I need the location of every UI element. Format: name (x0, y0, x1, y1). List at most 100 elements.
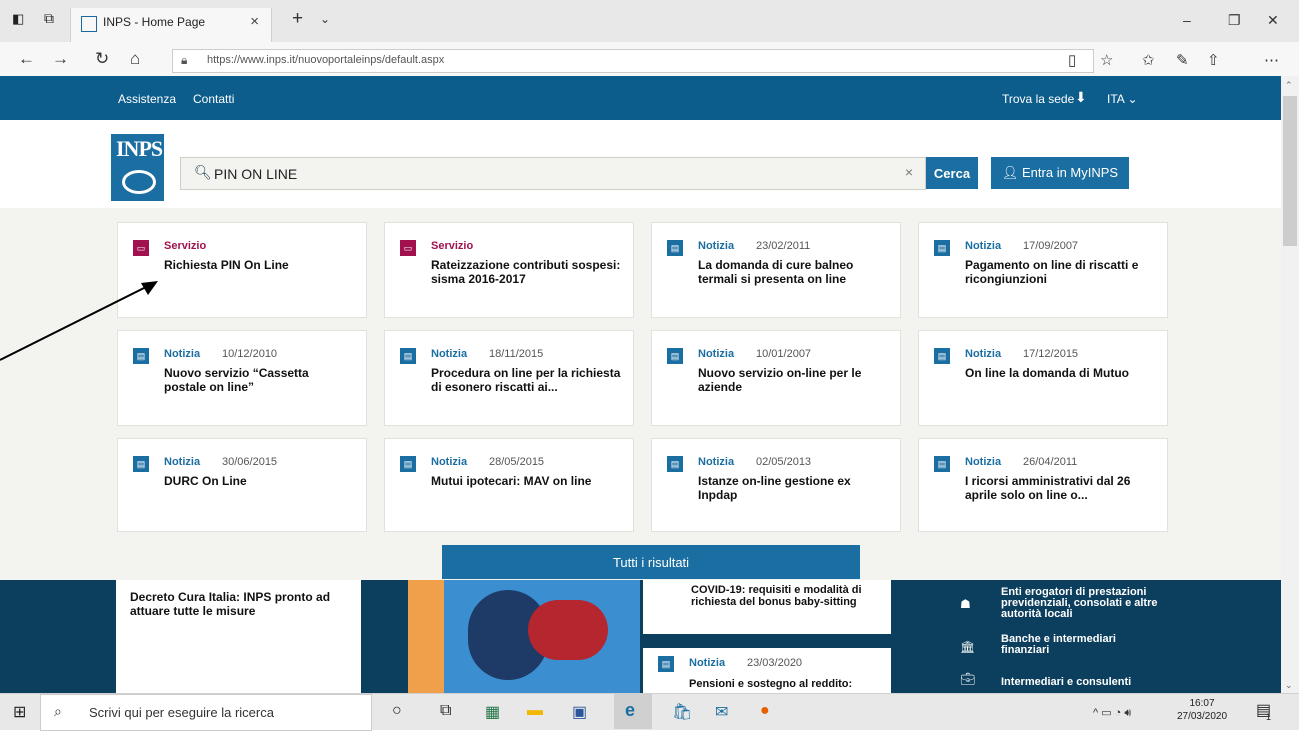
banche-link[interactable]: Banche e intermediari finanziari (1001, 634, 1151, 656)
search-input[interactable] (212, 162, 876, 186)
maximize-button[interactable]: ❐ (1228, 12, 1241, 29)
search-icon: 🔍︎ (194, 164, 212, 180)
result-title[interactable]: DURC On Line (164, 474, 354, 488)
search-results-dropdown: ▭ Servizio Richiesta PIN On Line ▭ Servizio R… (0, 208, 1281, 580)
cerca-button[interactable]: Cerca (926, 157, 978, 189)
newspaper-icon: ▤ (934, 348, 950, 364)
forward-arrow-icon[interactable]: → (52, 49, 69, 69)
result-title[interactable]: I ricorsi amministrativi dal 26 aprile s… (965, 474, 1155, 502)
taskbar-search-icon: ⌕ (54, 703, 62, 719)
news-card[interactable]: ▤ Notizia 23/03/2020 Pensioni e sostegno… (643, 648, 891, 693)
tab-actions-icon[interactable]: ◧ (12, 11, 24, 27)
url-text: https://www.inps.it/nuovoportaleinps/def… (207, 54, 445, 66)
tray-icons[interactable]: ^ ▭ ◔ 🔊︎ (1093, 706, 1131, 720)
result-type: Notizia (431, 456, 468, 468)
store-icon[interactable]: 🛍︎ (672, 702, 692, 722)
language-selector[interactable]: ITA ⌄ (1107, 92, 1138, 106)
task-view-icon[interactable]: ⧉ (440, 702, 451, 720)
result-date: 30/06/2015 (222, 456, 278, 468)
file-explorer-icon[interactable]: ▬ (527, 702, 543, 720)
news-title: Decreto Cura Italia: INPS pronto ad attu… (130, 590, 331, 618)
result-title[interactable]: Istanze on-line gestione ex Inpdap (698, 474, 888, 502)
result-title[interactable]: Nuovo servizio “Cassetta postale on line… (164, 366, 354, 394)
taskbar-clock[interactable]: 16:07 27/03/2020 (1172, 697, 1232, 723)
minimize-button[interactable]: – (1183, 12, 1191, 28)
edge-icon: e (625, 700, 636, 720)
more-menu-icon[interactable]: ⋯ (1264, 51, 1279, 69)
enti-erogatori-link[interactable]: Enti erogatori di prestazioni previdenzi… (1001, 587, 1171, 620)
favorites-hub-icon[interactable]: ✩ (1142, 51, 1155, 69)
taskbar-search-box[interactable]: ⌕ Scrivi qui per eseguire la ricerca (40, 694, 372, 731)
tab-title: INPS - Home Page (103, 15, 206, 29)
word-icon[interactable]: ▣ (572, 702, 587, 722)
all-results-button[interactable]: Tutti i risultati (442, 545, 860, 579)
news-illustration (408, 580, 640, 693)
result-card[interactable]: ▤ Notizia 26/04/2011 I ricorsi amministrati… (918, 438, 1168, 532)
result-title[interactable]: Procedura on line per la richiesta di es… (431, 366, 621, 394)
newspaper-icon: ▤ (667, 348, 683, 364)
result-title[interactable]: Pagamento on line di riscatti e ricongiu… (965, 258, 1155, 286)
result-card[interactable]: ▭ Servizio Rateizzazione contributi sospes… (384, 222, 634, 318)
scroll-down-icon[interactable]: ⌄ (1285, 680, 1293, 691)
url-field[interactable]: 🔒︎ https://www.inps.it/nuovoportaleinps/… (172, 49, 1094, 73)
refresh-icon[interactable]: ↻ (95, 49, 109, 69)
reading-view-icon[interactable]: ▯ (1068, 51, 1076, 69)
newspaper-icon: ▤ (658, 656, 674, 672)
excel-icon[interactable]: ▦ (485, 702, 500, 722)
result-title[interactable]: La domanda di cure balneo termali si pre… (698, 258, 888, 286)
result-card[interactable]: ▤ Notizia 17/12/2015 On line la domanda di … (918, 330, 1168, 426)
back-arrow-icon[interactable]: ← (18, 49, 35, 69)
share-icon[interactable]: ⇧ (1207, 51, 1220, 69)
clear-search-icon[interactable]: × (905, 164, 913, 180)
result-date: 23/02/2011 (756, 240, 811, 252)
tab-close-icon[interactable]: × (250, 13, 259, 30)
result-type: Servizio (164, 240, 207, 252)
annotation-arrow (0, 281, 158, 361)
inps-logo[interactable]: INPS (111, 134, 164, 201)
favorite-star-icon[interactable]: ☆ (1100, 51, 1113, 69)
windows-start-icon[interactable]: ⊞ (13, 702, 26, 722)
trova-sede-link[interactable]: Trova la sede (1002, 92, 1074, 106)
home-icon[interactable]: ⌂ (130, 49, 140, 69)
result-date: 17/09/2007 (1023, 240, 1079, 252)
new-tab-icon[interactable]: + (292, 8, 303, 30)
result-type: Notizia (698, 456, 735, 468)
firefox-icon[interactable]: ● (760, 702, 770, 720)
edge-taskbar-button[interactable]: e (614, 694, 652, 729)
chevron-down-icon: ⌄ (1127, 92, 1138, 106)
scroll-up-icon[interactable]: ⌃ (1285, 80, 1293, 91)
news-card[interactable]: COVID-19: requisiti e modalità di richie… (643, 580, 891, 634)
tab-preview-icon[interactable]: ⧉ (44, 10, 54, 27)
notification-count: 1 (1266, 712, 1272, 722)
result-card[interactable]: ▤ Notizia 17/09/2007 Pagamento on line di r… (918, 222, 1168, 318)
browser-tab[interactable]: INPS - Home Page × (70, 8, 272, 42)
newspaper-icon: ▤ (934, 456, 950, 472)
briefcase-icon: 💼︎ (960, 672, 976, 686)
entra-myinps-button[interactable]: 👤︎ Entra in MyINPS (991, 157, 1129, 189)
scrollbar-thumb[interactable] (1283, 96, 1297, 246)
news-card[interactable]: Decreto Cura Italia: INPS pronto ad attu… (116, 580, 361, 693)
tab-list-chevron-icon[interactable]: ⌄ (320, 12, 330, 26)
mail-icon[interactable]: ✉ (715, 702, 728, 722)
newspaper-icon: ▤ (400, 456, 416, 472)
result-card[interactable]: ▤ Notizia 28/05/2015 Mutui ipotecari: MAV o… (384, 438, 634, 532)
result-title[interactable]: On line la domanda di Mutuo (965, 366, 1155, 380)
cortana-icon[interactable]: ○ (392, 702, 402, 720)
close-window-button[interactable]: ✕ (1267, 12, 1279, 29)
intermediari-link[interactable]: Intermediari e consulenti (1001, 677, 1131, 688)
location-person-icon: ⬇ (1075, 89, 1087, 105)
entra-label: Entra in MyINPS (1022, 165, 1119, 180)
contatti-link[interactable]: Contatti (193, 92, 234, 106)
result-title[interactable]: Nuovo servizio on-line per le aziende (698, 366, 888, 394)
result-card[interactable]: ▤ Notizia 18/11/2015 Procedura on line per … (384, 330, 634, 426)
result-card[interactable]: ▤ Notizia 10/01/2007 Nuovo servizio on-line… (651, 330, 901, 426)
result-date: 02/05/2013 (756, 456, 812, 468)
assistenza-link[interactable]: Assistenza (118, 92, 176, 106)
result-title[interactable]: Richiesta PIN On Line (164, 258, 354, 272)
result-title[interactable]: Mutui ipotecari: MAV on line (431, 474, 621, 488)
result-card[interactable]: ▤ Notizia 02/05/2013 Istanze on-line gestio… (651, 438, 901, 532)
result-title[interactable]: Rateizzazione contributi sospesi: sisma … (431, 258, 621, 286)
result-card[interactable]: ▤ Notizia 23/02/2011 La domanda di cure bal… (651, 222, 901, 318)
result-card[interactable]: ▤ Notizia 30/06/2015 DURC On Line (117, 438, 367, 532)
pen-notes-icon[interactable]: ✎ (1176, 51, 1189, 69)
